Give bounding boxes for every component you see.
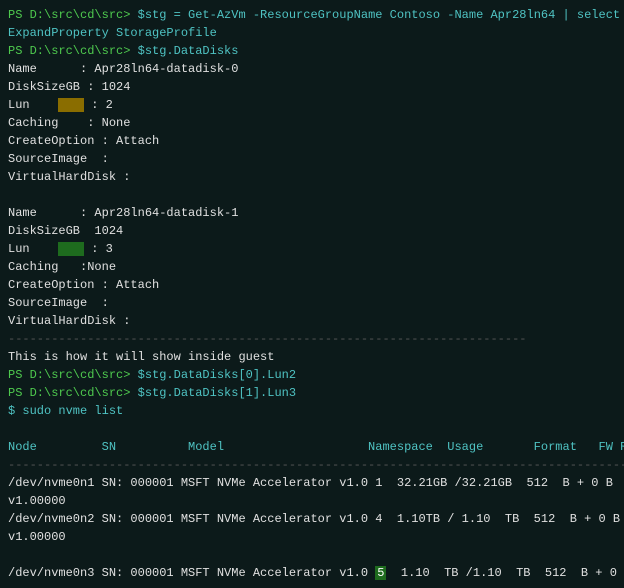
nvme-row-2: /dev/nvme0n2 SN: 000001 MSFT NVMe Accele… [8, 510, 616, 528]
line-17: SourceImage : [8, 294, 616, 312]
line-14: Lun : 3 [8, 240, 616, 258]
nvme-table-header: Node SN Model Namespace Usage Format FW … [8, 438, 616, 456]
line-4: Name : Apr28ln64-datadisk-0 [8, 60, 616, 78]
cmd-21: $stg.DataDisks[0].Lun2 [138, 368, 296, 382]
nvme-row-2-fw: v1.00000 [8, 528, 616, 546]
line-13: DiskSizeGB 1024 [8, 222, 616, 240]
cmd-3: $stg.DataDisks [138, 44, 239, 58]
line-3: PS D:\src\cd\src> $stg.DataDisks [8, 42, 616, 60]
prompt-3: PS D:\src\cd\src> [8, 44, 138, 58]
line-12: Name : Apr28ln64-datadisk-1 [8, 204, 616, 222]
line-22: PS D:\src\cd\src> $stg.DataDisks[1].Lun3 [8, 384, 616, 402]
line-23: $ sudo nvme list [8, 402, 616, 420]
separator-2: ----------------------------------------… [8, 456, 616, 474]
line-16: CreateOption : Attach [8, 276, 616, 294]
line-18: VirtualHardDisk : [8, 312, 616, 330]
line-21: PS D:\src\cd\src> $stg.DataDisks[0].Lun2 [8, 366, 616, 384]
prompt-21: PS D:\src\cd\src> [8, 368, 138, 382]
separator-1: ----------------------------------------… [8, 330, 616, 348]
line-1: PS D:\src\cd\src> $stg = Get-AzVm -Resou… [8, 6, 616, 24]
line-blank-1 [8, 186, 616, 204]
nvme-row-3: /dev/nvme0n3 SN: 000001 MSFT NVMe Accele… [8, 564, 616, 582]
prompt-22: PS D:\src\cd\src> [8, 386, 138, 400]
terminal: PS D:\src\cd\src> $stg = Get-AzVm -Resou… [0, 0, 624, 588]
line-blank-2 [8, 420, 616, 438]
nvme-row-1: /dev/nvme0n1 SN: 000001 MSFT NVMe Accele… [8, 474, 616, 492]
line-15: Caching :None [8, 258, 616, 276]
nvme-row-1-fw: v1.00000 [8, 492, 616, 510]
line-6: Lun : 2 [8, 96, 616, 114]
line-8: CreateOption : Attach [8, 132, 616, 150]
line-5: DiskSizeGB : 1024 [8, 78, 616, 96]
cmd-23: $ sudo nvme list [8, 404, 123, 418]
nvme-lun-5-badge: 5 [375, 566, 386, 580]
cmd-1: $stg = Get-AzVm -ResourceGroupName Conto… [138, 8, 624, 22]
prompt-1: PS D:\src\cd\src> [8, 8, 138, 22]
lun-3-badge [58, 242, 84, 256]
line-blank-3 [8, 546, 616, 564]
line-20: This is how it will show inside guest [8, 348, 616, 366]
lun-2-badge [58, 98, 84, 112]
line-7: Caching : None [8, 114, 616, 132]
cmd-2: ExpandProperty StorageProfile [8, 26, 217, 40]
line-2: ExpandProperty StorageProfile [8, 24, 616, 42]
line-9: SourceImage : [8, 150, 616, 168]
line-10: VirtualHardDisk : [8, 168, 616, 186]
cmd-22: $stg.DataDisks[1].Lun3 [138, 386, 296, 400]
